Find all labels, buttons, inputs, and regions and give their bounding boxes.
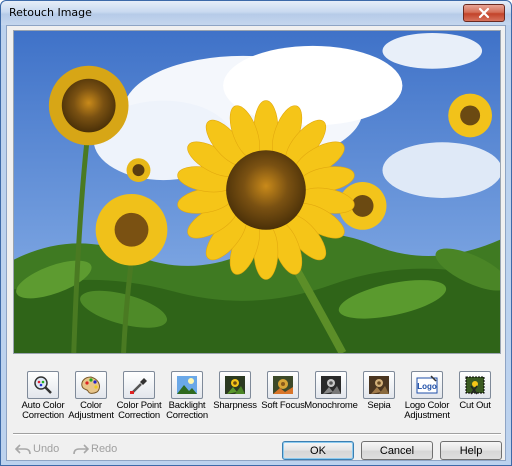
dialog-body: Auto Color Correction Color Adjustment C… <box>6 25 506 461</box>
undo-icon <box>15 444 31 455</box>
redo-icon <box>73 444 89 455</box>
retouch-image-dialog: Retouch Image Auto Color Correction Colo… <box>0 0 512 466</box>
sunflower-photo <box>14 31 500 353</box>
close-button[interactable] <box>463 4 505 22</box>
tool-cut-out[interactable]: Cut Out <box>449 371 501 425</box>
window-title: Retouch Image <box>9 6 92 19</box>
cut-out-icon <box>465 376 485 395</box>
tool-5-icon-frame <box>267 371 299 399</box>
redo-label: Redo <box>91 443 118 455</box>
tool-7-icon-frame <box>363 371 395 399</box>
tool-logo-color-adjustment[interactable]: Logo Logo Color Adjustment <box>401 371 453 425</box>
retouch-toolbar: Auto Color Correction Color Adjustment C… <box>11 371 503 423</box>
eyedropper-icon <box>130 378 147 394</box>
logo-icon-text: Logo <box>417 382 437 391</box>
image-preview <box>13 30 501 354</box>
undo-label: Undo <box>33 443 60 455</box>
palette-icon <box>81 376 100 394</box>
undo-button[interactable]: Undo <box>15 443 59 455</box>
tool-monochrome[interactable]: Monochrome <box>304 371 358 425</box>
soft-focus-icon <box>273 376 293 394</box>
tool-sharpness[interactable]: Sharpness <box>209 371 261 425</box>
tool-backlight-correction[interactable]: Backlight Correction <box>161 371 213 425</box>
footer-divider <box>13 433 501 435</box>
title-bar[interactable]: Retouch Image <box>1 1 511 25</box>
tool-soft-focus[interactable]: Soft Focus <box>257 371 309 425</box>
tool-label: Cut Out <box>459 400 491 411</box>
tool-1-icon-frame <box>75 371 107 399</box>
close-icon <box>478 7 490 19</box>
tool-9-icon-frame <box>459 371 491 399</box>
help-button[interactable]: Help <box>440 441 502 460</box>
magnifier-palette-icon <box>34 376 52 394</box>
monochrome-icon <box>321 376 341 394</box>
tool-8-icon-frame: Logo <box>411 371 443 399</box>
tool-4-icon-frame <box>219 371 251 399</box>
cancel-button[interactable]: Cancel <box>361 441 433 460</box>
tool-3-icon-frame <box>171 371 203 399</box>
tool-2-icon-frame <box>123 371 155 399</box>
backlight-landscape-icon <box>177 376 197 394</box>
logo-icon: Logo <box>416 375 438 394</box>
ok-button[interactable]: OK <box>282 441 354 460</box>
sharpness-icon <box>225 376 245 394</box>
redo-button[interactable]: Redo <box>73 443 117 455</box>
sepia-icon <box>369 376 389 394</box>
tool-0-icon-frame <box>27 371 59 399</box>
tool-6-icon-frame <box>315 371 347 399</box>
